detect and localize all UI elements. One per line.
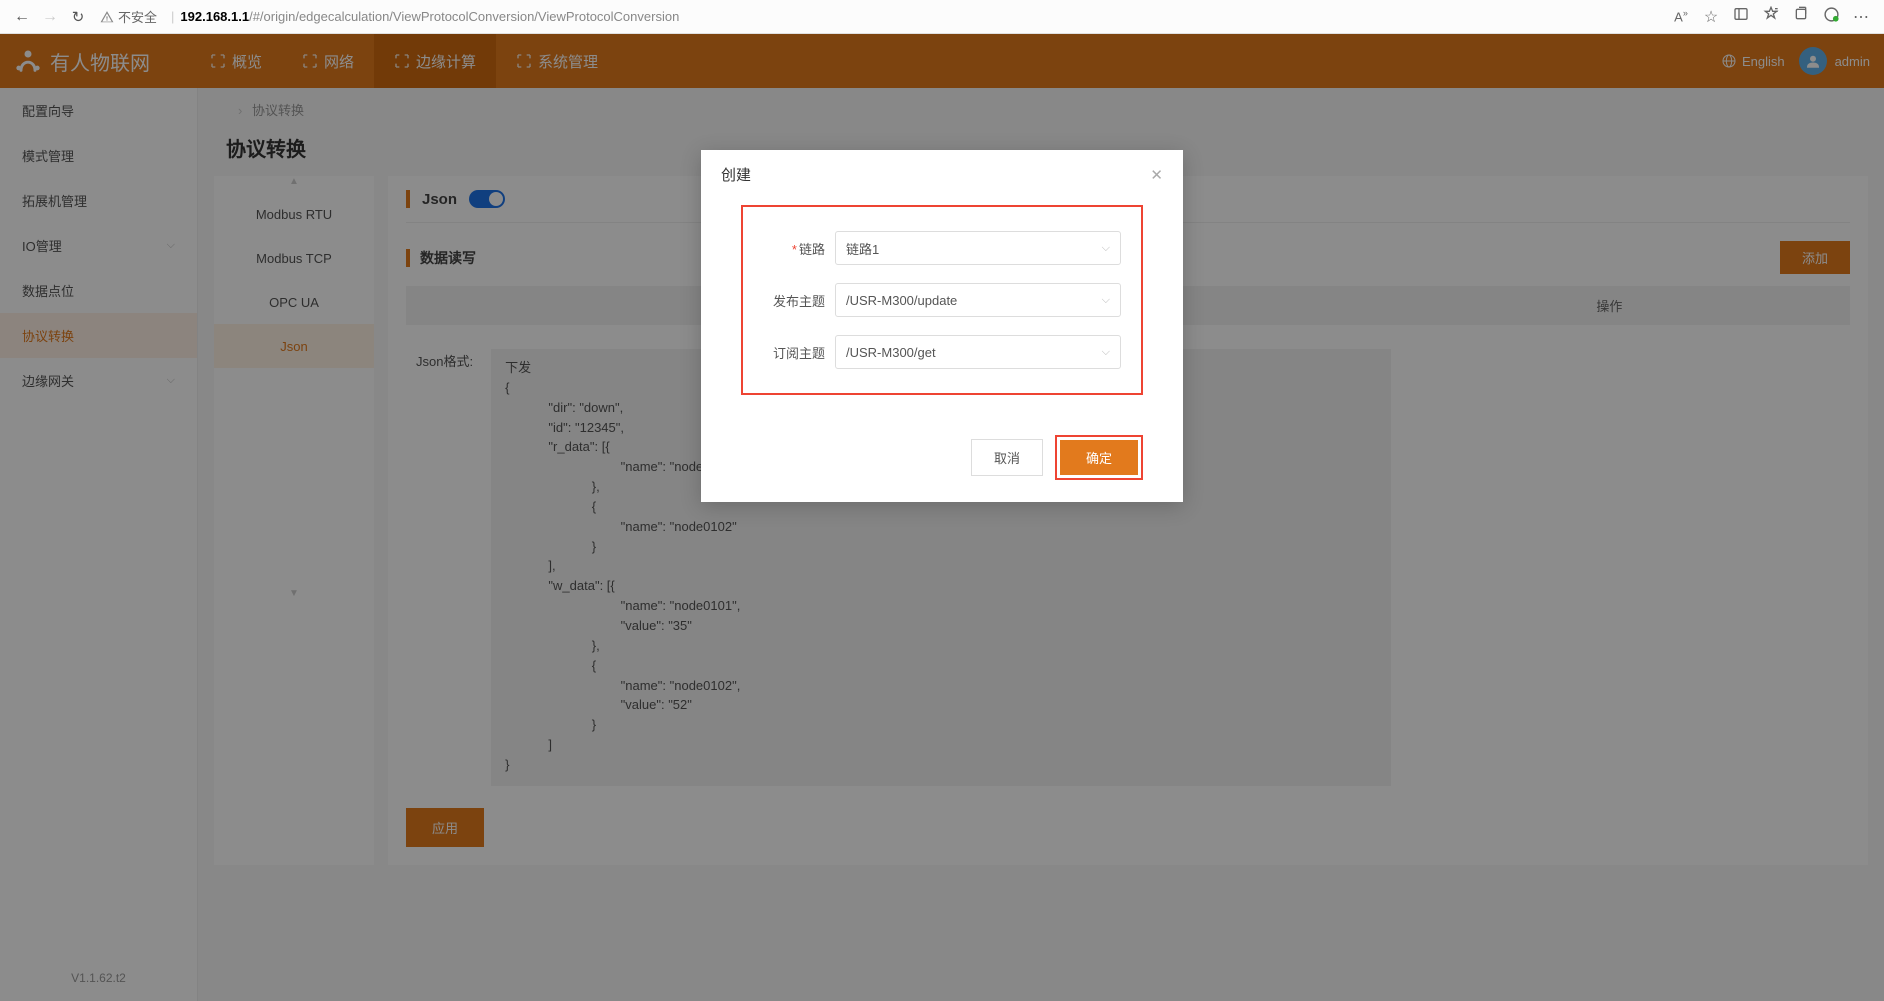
link-select[interactable]: 链路1 ⌵ — [835, 231, 1121, 265]
close-icon[interactable]: ✕ — [1150, 166, 1163, 184]
favorites-icon[interactable] — [1756, 6, 1786, 27]
back-button[interactable]: ← — [8, 8, 36, 26]
chevron-down-icon: ⌵ — [1102, 346, 1110, 359]
subtopic-select[interactable]: /USR-M300/get ⌵ — [835, 335, 1121, 369]
url-text: 192.168.1.1/#/origin/edgecalculation/Vie… — [180, 9, 679, 24]
browser-toolbar: ← → ↻ 不安全 | 192.168.1.1/#/origin/edgecal… — [0, 0, 1884, 34]
sidebar-icon[interactable] — [1726, 6, 1756, 27]
ok-button[interactable]: 确定 — [1060, 440, 1138, 475]
forward-button[interactable]: → — [36, 8, 64, 26]
cancel-button[interactable]: 取消 — [971, 439, 1043, 476]
chevron-down-icon: ⌵ — [1102, 294, 1110, 307]
modal-form-highlight: *链路 链路1 ⌵ 发布主题 /USR-M300/update ⌵ 订阅主题 /… — [741, 205, 1143, 395]
more-button[interactable]: ⋯ — [1846, 7, 1876, 27]
field-label-subtopic: 订阅主题 — [763, 343, 825, 362]
address-bar[interactable]: 不安全 | 192.168.1.1/#/origin/edgecalculati… — [92, 7, 1666, 26]
link-select-value: 链路1 — [846, 239, 879, 258]
pubtopic-select[interactable]: /USR-M300/update ⌵ — [835, 283, 1121, 317]
collections-icon[interactable] — [1786, 6, 1816, 27]
extension-icon[interactable] — [1816, 6, 1846, 28]
field-label-link: *链路 — [763, 239, 825, 258]
modal-title: 创建 — [721, 164, 751, 185]
insecure-label: 不安全 — [118, 7, 157, 26]
chevron-down-icon: ⌵ — [1102, 242, 1110, 255]
pubtopic-value: /USR-M300/update — [846, 293, 957, 308]
create-modal: 创建 ✕ *链路 链路1 ⌵ 发布主题 /USR-M300/update ⌵ 订… — [701, 150, 1183, 502]
refresh-button[interactable]: ↻ — [64, 8, 92, 26]
warning-icon — [100, 10, 114, 24]
subtopic-value: /USR-M300/get — [846, 345, 936, 360]
insecure-warning: 不安全 — [100, 7, 157, 26]
text-size-button[interactable]: A» — [1666, 8, 1696, 24]
field-label-pubtopic: 发布主题 — [763, 291, 825, 310]
ok-button-highlight: 确定 — [1055, 435, 1143, 480]
favorite-button[interactable]: ☆ — [1696, 7, 1726, 27]
